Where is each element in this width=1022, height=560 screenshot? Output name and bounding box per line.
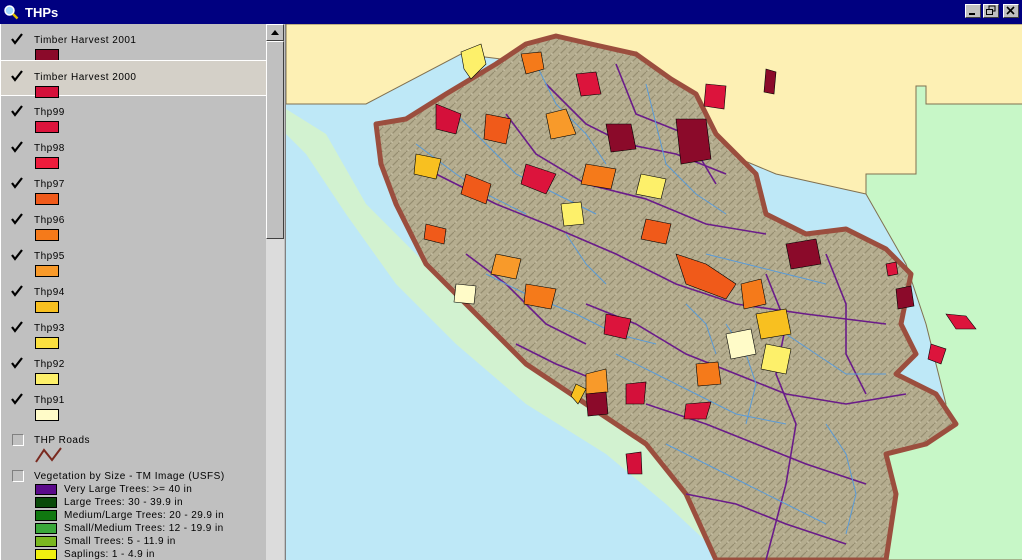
checkmark-icon[interactable]	[10, 356, 24, 370]
checkmark-icon[interactable]	[10, 248, 24, 262]
layer-label: Thp96	[34, 215, 65, 226]
checkmark-icon[interactable]	[10, 176, 24, 190]
checkmark-icon[interactable]	[10, 284, 24, 298]
layer-timber-harvest-2001[interactable]: Timber Harvest 2001	[1, 24, 266, 61]
thp-roads-checkbox[interactable]	[12, 434, 24, 446]
layer-thp92[interactable]: Thp92	[1, 348, 266, 385]
checkmark-icon[interactable]	[10, 212, 24, 226]
vegetation-class-swatch	[35, 548, 57, 560]
vegetation-checkbox[interactable]	[12, 470, 24, 482]
layer-list: Timber Harvest 2001 Timber Harvest 2000 Th…	[1, 24, 266, 421]
checkmark-icon[interactable]	[10, 392, 24, 406]
map-view[interactable]	[285, 24, 1022, 560]
vegetation-class-swatch	[35, 522, 57, 534]
layer-label: Thp98	[34, 143, 65, 154]
layer-label: Timber Harvest 2000	[34, 72, 137, 83]
thp-roads-label: THP Roads	[34, 435, 91, 446]
vegetation-class-swatch	[35, 496, 57, 508]
app-magnifier-icon	[4, 5, 19, 20]
vegetation-class-label: Small Trees: 5 - 11.9 in	[64, 535, 176, 547]
scroll-thumb[interactable]	[266, 41, 284, 239]
vegetation-class-label: Saplings: 1 - 4.9 in	[64, 548, 155, 560]
legend-scrollbar[interactable]	[266, 24, 284, 560]
close-button[interactable]	[1003, 4, 1019, 18]
scroll-up-button[interactable]	[266, 24, 284, 41]
layer-label: Thp97	[34, 179, 65, 190]
vegetation-class-label: Large Trees: 30 - 39.9 in	[64, 496, 183, 508]
vegetation-class: Small Trees: 5 - 11.9 in	[35, 535, 176, 547]
window-titlebar: THPs	[0, 0, 1022, 24]
vegetation-class-swatch	[35, 509, 57, 521]
layer-swatch	[35, 409, 59, 421]
layer-thp93[interactable]: Thp93	[1, 312, 266, 349]
vegetation-class: Large Trees: 30 - 39.9 in	[35, 496, 183, 508]
map-canvas	[286, 24, 1022, 560]
restore-icon	[986, 5, 996, 15]
layer-thp96[interactable]: Thp96	[1, 204, 266, 241]
layer-thp99[interactable]: Thp99	[1, 96, 266, 133]
layer-timber-harvest-2000[interactable]: Timber Harvest 2000	[1, 60, 266, 98]
layer-label: Thp99	[34, 107, 65, 118]
layer-label: Thp92	[34, 359, 65, 370]
vegetation-label: Vegetation by Size - TM Image (USFS)	[34, 471, 225, 482]
layer-thp-roads[interactable]: THP Roads	[1, 424, 266, 463]
layer-label: Thp91	[34, 395, 65, 406]
layer-thp98[interactable]: Thp98	[1, 132, 266, 169]
vegetation-class: Very Large Trees: >= 40 in	[35, 483, 192, 495]
close-icon	[1006, 6, 1015, 15]
layer-label: Thp95	[34, 251, 65, 262]
restore-button[interactable]	[983, 4, 999, 18]
vegetation-class-label: Small/Medium Trees: 12 - 19.9 in	[64, 522, 224, 534]
checkmark-icon[interactable]	[10, 32, 24, 46]
layer-vegetation[interactable]: Vegetation by Size - TM Image (USFS) Ver…	[1, 460, 266, 560]
minimize-button[interactable]	[965, 4, 981, 18]
vegetation-class: Saplings: 1 - 4.9 in	[35, 548, 155, 560]
checkmark-icon[interactable]	[10, 320, 24, 334]
layer-thp95[interactable]: Thp95	[1, 240, 266, 277]
legend-panel: Timber Harvest 2001 Timber Harvest 2000 Th…	[0, 24, 266, 560]
layer-thp97[interactable]: Thp97	[1, 168, 266, 205]
vegetation-class: Small/Medium Trees: 12 - 19.9 in	[35, 522, 224, 534]
checkmark-icon[interactable]	[10, 140, 24, 154]
layer-label: Thp93	[34, 323, 65, 334]
arrow-up-icon	[271, 30, 279, 35]
vegetation-class-label: Medium/Large Trees: 20 - 29.9 in	[64, 509, 225, 521]
vegetation-class-label: Very Large Trees: >= 40 in	[64, 483, 193, 495]
layer-thp91[interactable]: Thp91	[1, 384, 266, 421]
vegetation-class-swatch	[35, 535, 57, 547]
checkmark-icon[interactable]	[10, 104, 24, 118]
checkmark-icon[interactable]	[10, 69, 24, 83]
vegetation-class: Medium/Large Trees: 20 - 29.9 in	[35, 509, 224, 521]
layer-thp94[interactable]: Thp94	[1, 276, 266, 313]
layer-label: Thp94	[34, 287, 65, 298]
layer-label: Timber Harvest 2001	[34, 35, 137, 46]
minimize-icon	[969, 13, 975, 15]
window-title: THPs	[25, 4, 59, 20]
vegetation-class-swatch	[35, 483, 57, 495]
